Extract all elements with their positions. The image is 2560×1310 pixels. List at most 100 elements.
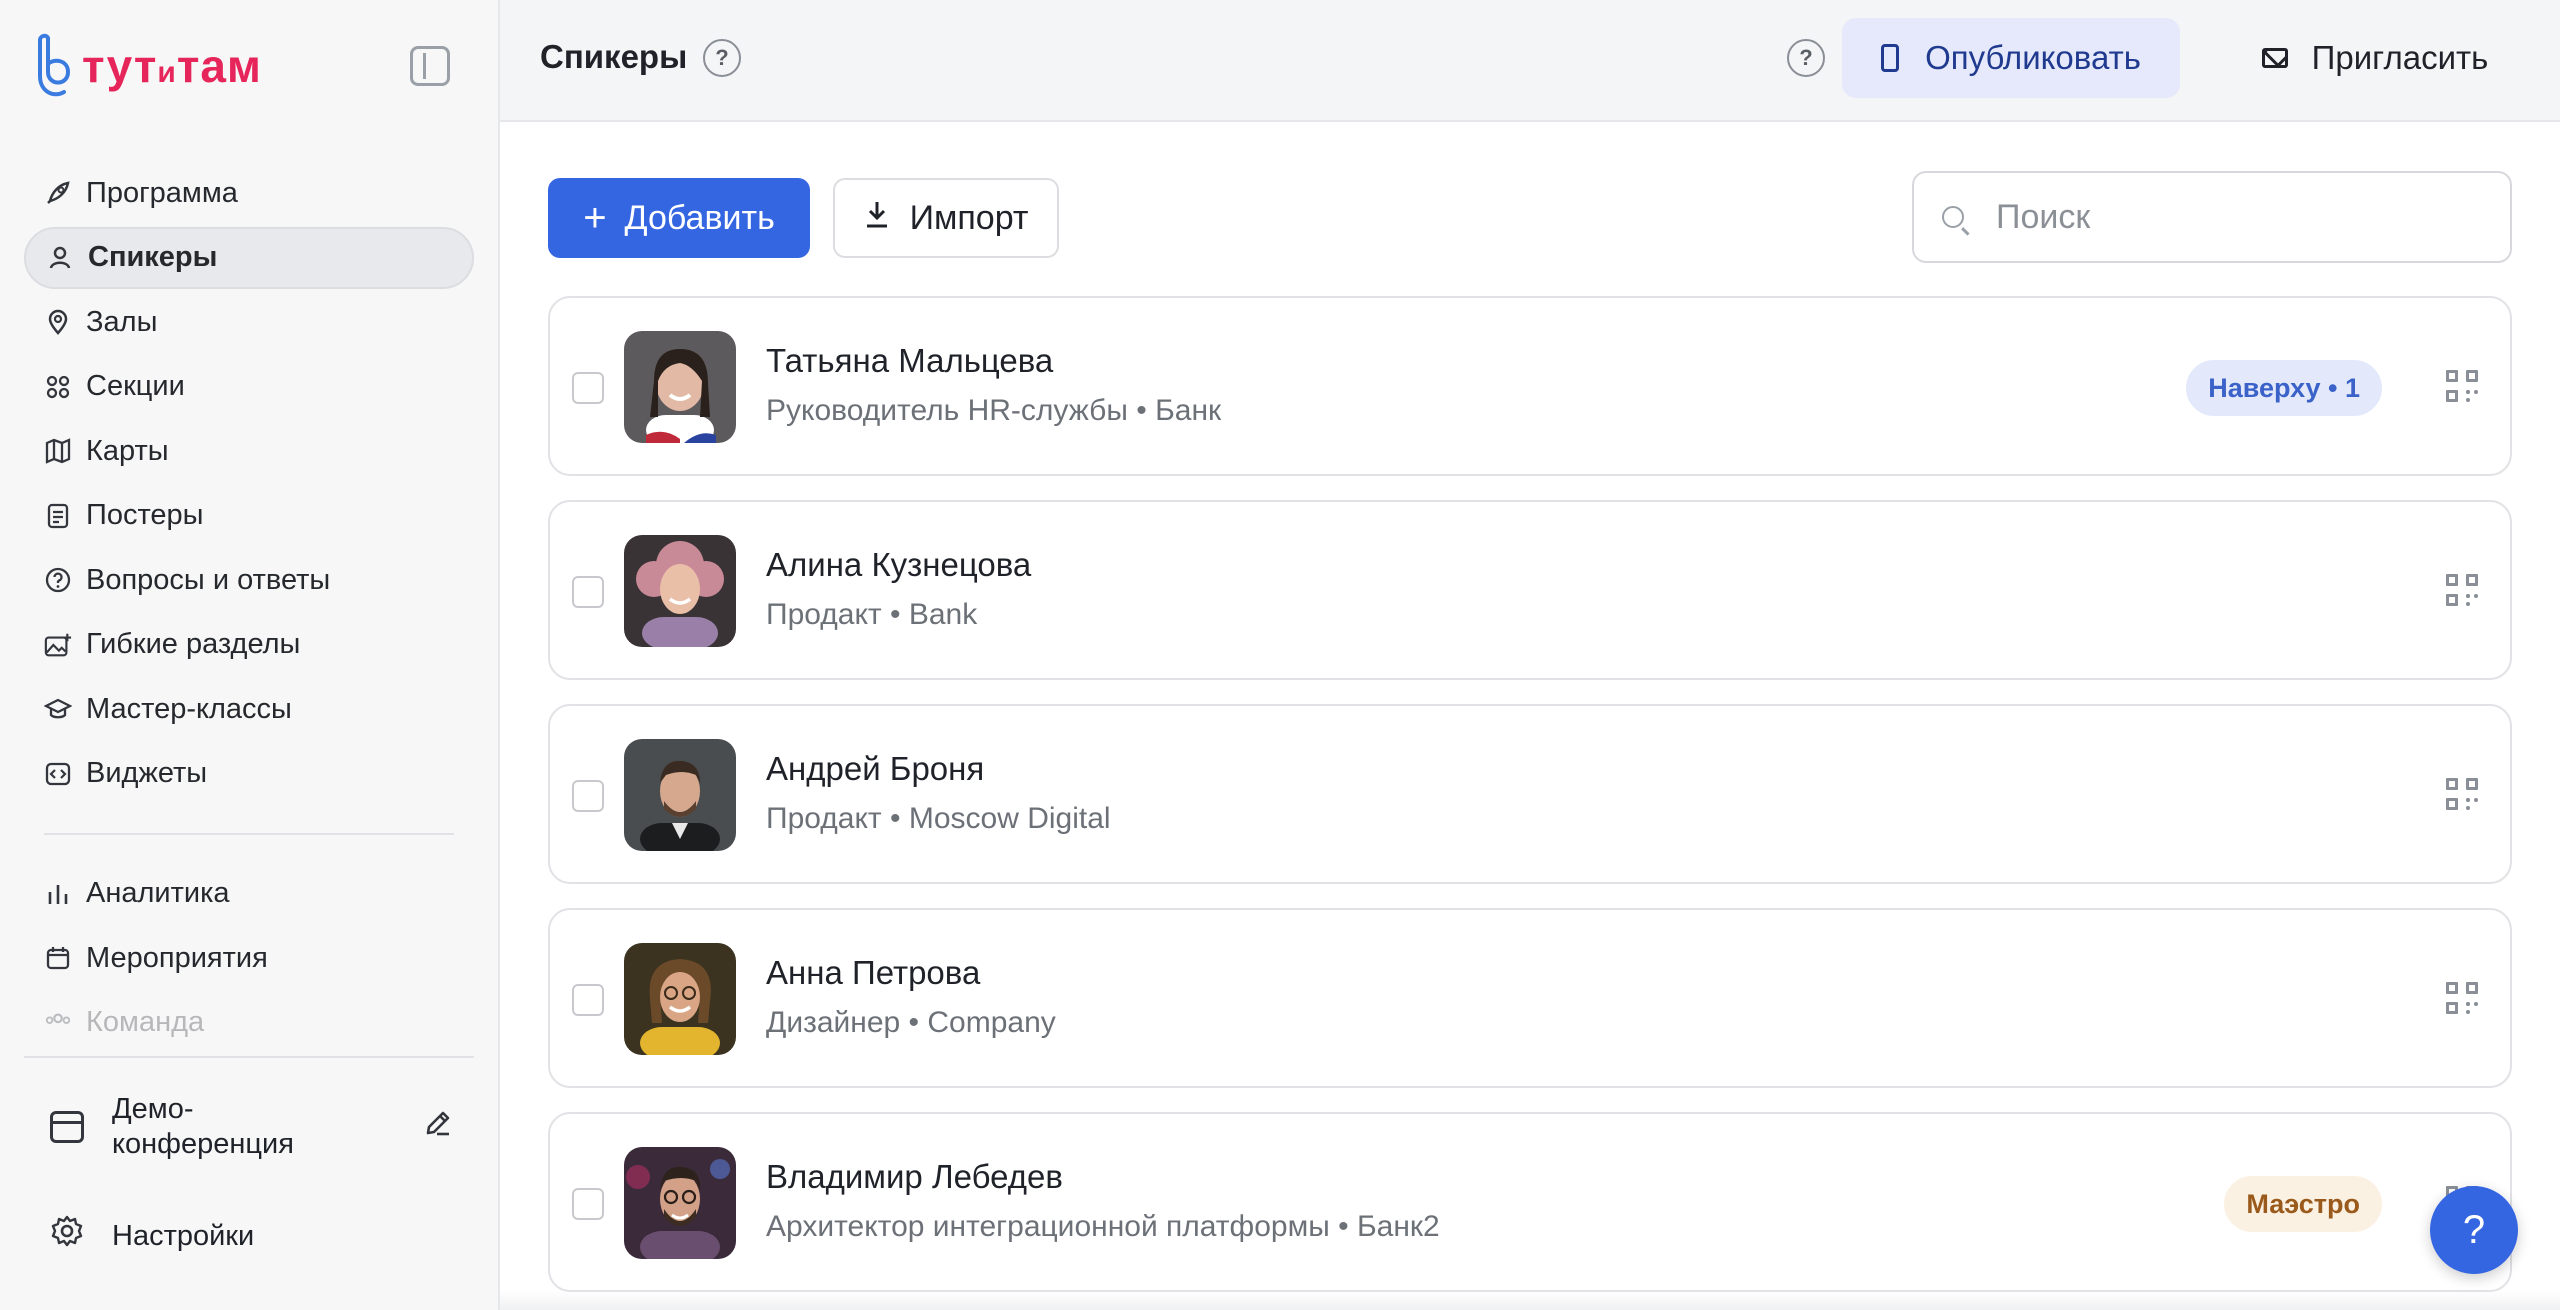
speaker-avatar[interactable]	[624, 943, 736, 1055]
graduation-cap-icon	[44, 695, 72, 723]
sidebar-item-label: Аналитика	[86, 877, 230, 909]
speaker-subtitle: Руководитель HR-службы • Банк	[766, 394, 1222, 427]
qr-code-icon[interactable]	[2446, 574, 2478, 606]
select-checkbox[interactable]	[572, 780, 604, 812]
sidebar: тутитам Программа Спикеры Залы Секции Ка…	[0, 0, 500, 1310]
speaker-avatar[interactable]	[624, 535, 736, 647]
speaker-name: Андрей Броня	[766, 750, 985, 787]
sidebar-item-maps[interactable]: Карты	[24, 420, 474, 482]
speaker-avatar[interactable]	[624, 1147, 736, 1259]
gear-icon	[50, 1214, 84, 1258]
speaker-name: Анна Петрова	[766, 954, 981, 991]
invite-button-label: Пригласить	[2311, 39, 2489, 76]
speaker-subtitle: Архитектор интеграционной платформы • Ба…	[766, 1210, 1440, 1243]
rocket-icon	[44, 179, 72, 207]
image-plus-icon	[44, 631, 72, 659]
publish-button[interactable]: Опубликовать	[1842, 18, 2180, 98]
status-badge: Маэстро	[2224, 1176, 2382, 1232]
import-button[interactable]: Импорт	[833, 178, 1059, 258]
question-circle-icon	[44, 566, 72, 594]
speaker-list: Татьяна Мальцева Руководитель HR-службы …	[548, 296, 2512, 1310]
search-input[interactable]	[1996, 197, 2476, 237]
download-icon	[864, 199, 890, 238]
sidebar-item-program[interactable]: Программа	[24, 162, 474, 224]
header-help-icon[interactable]: ?	[1787, 39, 1825, 77]
import-button-label: Импорт	[909, 198, 1029, 237]
sidebar-item-halls[interactable]: Залы	[24, 291, 474, 353]
event-name: Демо-конференция	[112, 1093, 294, 1160]
search-box	[1912, 171, 2512, 263]
search-icon	[1942, 206, 1964, 228]
mail-icon	[2261, 48, 2288, 68]
sidebar-item-settings[interactable]: Настройки	[24, 1196, 474, 1276]
page-title: Спикеры	[540, 38, 688, 75]
speaker-card[interactable]: Алина Кузнецова Продакт • Bank	[548, 500, 2512, 680]
select-checkbox[interactable]	[572, 372, 604, 404]
speaker-avatar[interactable]	[624, 331, 736, 443]
sidebar-item-qa[interactable]: Вопросы и ответы	[24, 549, 474, 611]
sidebar-item-events[interactable]: Мероприятия	[24, 927, 474, 989]
speaker-subtitle: Продакт • Moscow Digital	[766, 802, 1111, 835]
sidebar-item-label: Программа	[86, 176, 238, 209]
logo-text: тутитам	[82, 40, 262, 92]
select-checkbox[interactable]	[572, 576, 604, 608]
top-header: Спикеры ? ? Опубликовать Пригласить	[500, 0, 2560, 122]
publish-button-label: Опубликовать	[1925, 39, 2141, 76]
status-badge: Наверху • 1	[2186, 360, 2382, 416]
qr-code-icon[interactable]	[2446, 370, 2478, 402]
speaker-name: Владимир Лебедев	[766, 1158, 1063, 1195]
sidebar-item-speakers[interactable]: Спикеры	[24, 226, 474, 289]
speaker-card[interactable]: Андрей Броня Продакт • Moscow Digital	[548, 704, 2512, 884]
title-help-icon[interactable]: ?	[703, 39, 741, 77]
speaker-name: Алина Кузнецова	[766, 546, 1032, 583]
sidebar-item-widgets[interactable]: Виджеты	[24, 743, 474, 805]
speaker-card[interactable]: Владимир Лебедев Архитектор интеграционн…	[548, 1112, 2512, 1292]
sidebar-item-analytics[interactable]: Аналитика	[24, 863, 474, 925]
sidebar-item-masterclasses[interactable]: Мастер-классы	[24, 678, 474, 740]
grid-icon	[44, 373, 72, 401]
speaker-subtitle: Продакт • Bank	[766, 598, 978, 631]
sidebar-item-label: Вопросы и ответы	[86, 563, 331, 596]
select-checkbox[interactable]	[572, 1188, 604, 1220]
calendar-icon	[50, 1111, 84, 1143]
app-logo[interactable]: тутитам	[34, 32, 262, 100]
calendar-icon	[44, 944, 72, 972]
sidebar-collapse-icon[interactable]	[410, 46, 450, 86]
map-pin-icon	[44, 308, 72, 336]
sidebar-item-posters[interactable]: Постеры	[24, 485, 474, 547]
select-checkbox[interactable]	[572, 984, 604, 1016]
user-icon	[46, 244, 74, 272]
sidebar-footer: Демо-конференция Настройки	[24, 1056, 474, 1276]
sidebar-item-label: Виджеты	[86, 757, 208, 789]
qr-code-icon[interactable]	[2446, 982, 2478, 1014]
sidebar-item-team[interactable]: Команда	[24, 992, 474, 1054]
sidebar-divider	[44, 832, 454, 835]
sidebar-item-label: Спикеры	[88, 241, 218, 273]
sidebar-item-label: Постеры	[86, 499, 204, 531]
code-icon	[44, 760, 72, 788]
settings-label: Настройки	[112, 1219, 255, 1252]
current-event[interactable]: Демо-конференция	[24, 1058, 474, 1196]
add-button-label: Добавить	[624, 198, 775, 237]
speaker-card[interactable]: Анна Петрова Дизайнер • Company	[548, 908, 2512, 1088]
speaker-name: Татьяна Мальцева	[766, 342, 1054, 379]
sidebar-item-label: Залы	[86, 305, 158, 338]
sidebar-item-sections[interactable]: Секции	[24, 356, 474, 418]
qr-code-icon[interactable]	[2446, 778, 2478, 810]
plus-icon: +	[583, 195, 607, 240]
sidebar-item-label: Карты	[86, 434, 169, 467]
speaker-subtitle: Дизайнер • Company	[766, 1006, 1056, 1039]
add-speaker-button[interactable]: + Добавить	[548, 178, 810, 258]
speaker-card[interactable]: Татьяна Мальцева Руководитель HR-службы …	[548, 296, 2512, 476]
list-bottom-fade	[500, 1290, 2560, 1310]
sidebar-item-label: Секции	[86, 370, 185, 402]
sidebar-item-label: Гибкие разделы	[86, 628, 301, 660]
map-icon	[44, 437, 72, 465]
team-icon	[44, 1009, 72, 1037]
sidebar-item-flexible-sections[interactable]: Гибкие разделы	[24, 614, 474, 676]
invite-button[interactable]: Пригласить	[2230, 18, 2520, 98]
help-fab-label: ?	[2462, 1207, 2486, 1252]
help-fab-button[interactable]: ?	[2430, 1186, 2518, 1274]
speaker-avatar[interactable]	[624, 739, 736, 851]
pencil-icon[interactable]	[422, 1107, 454, 1147]
